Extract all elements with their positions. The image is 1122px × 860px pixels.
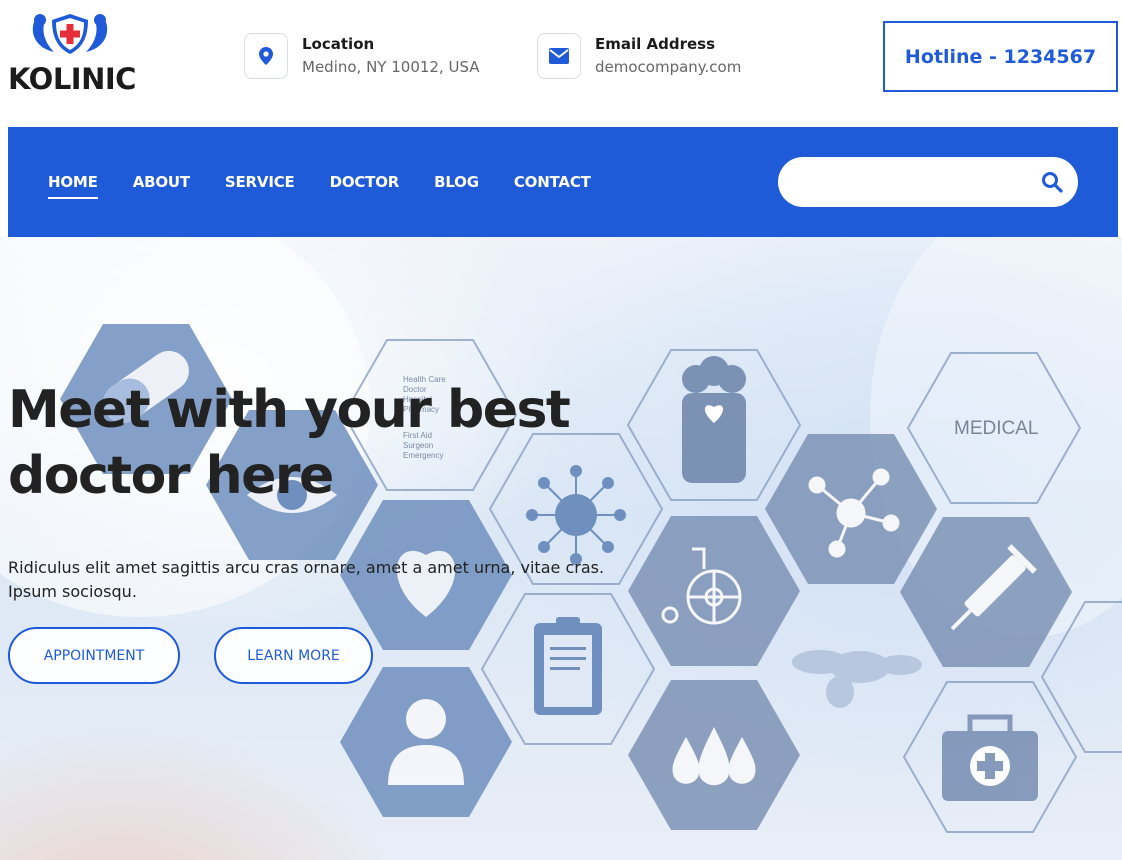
main-navbar: HOME ABOUT SERVICE DOCTOR BLOG CONTACT <box>8 127 1118 237</box>
nav-doctor[interactable]: DOCTOR <box>330 173 400 191</box>
header-email: Email Address democompany.com <box>537 33 741 79</box>
appointment-button[interactable]: APPOINTMENT <box>8 627 180 684</box>
location-value: Medino, NY 10012, USA <box>302 58 480 76</box>
nav-menu: HOME ABOUT SERVICE DOCTOR BLOG CONTACT <box>48 127 626 237</box>
hero-description: Ridiculus elit amet sagittis arcu cras o… <box>8 558 605 601</box>
email-value[interactable]: democompany.com <box>595 55 741 79</box>
logo[interactable]: KOLINIC <box>8 12 138 96</box>
hotline-button[interactable]: Hotline - 1234567 <box>883 21 1118 92</box>
brand-name: KOLINIC <box>8 62 136 96</box>
shield-cross-icon <box>32 14 108 54</box>
location-title: Location <box>302 35 375 53</box>
header-location: Location Medino, NY 10012, USA <box>244 33 480 79</box>
envelope-icon <box>537 33 581 79</box>
nav-home[interactable]: HOME <box>48 173 98 199</box>
search-input[interactable] <box>798 157 1028 207</box>
nav-about[interactable]: ABOUT <box>133 173 190 191</box>
hero-hex-labels: MEDICAL Health Care Doctor Hospital Phar… <box>403 375 1038 460</box>
hero-title-line-2: doctor here <box>8 446 334 506</box>
learn-more-button[interactable]: LEARN MORE <box>214 627 373 684</box>
hex-label-medical: MEDICAL <box>954 418 1038 439</box>
nav-service[interactable]: SERVICE <box>225 173 295 191</box>
search-box <box>778 157 1078 207</box>
hero-title: Meet with your best doctor here <box>8 377 688 509</box>
search-icon[interactable] <box>1040 170 1064 194</box>
email-title: Email Address <box>595 35 716 53</box>
map-pin-icon <box>244 33 288 79</box>
hero-section: MEDICAL Health Care Doctor Hospital Phar… <box>0 237 1122 860</box>
hero-title-line-1: Meet with your best <box>8 380 571 440</box>
nav-contact[interactable]: CONTACT <box>514 173 591 191</box>
nav-blog[interactable]: BLOG <box>434 173 479 191</box>
